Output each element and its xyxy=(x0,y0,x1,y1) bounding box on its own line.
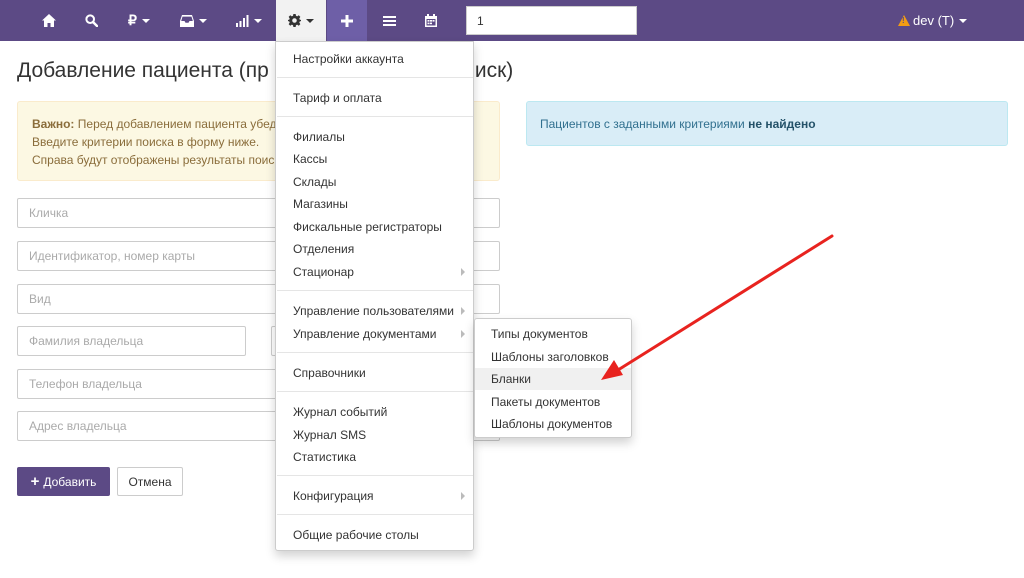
menu-item-configuration[interactable]: Конфигурация xyxy=(276,485,473,507)
menu-divider xyxy=(277,514,473,515)
gear-icon xyxy=(288,14,301,27)
top-navbar: ₽ dev (T) xyxy=(0,0,1024,41)
menu-item-sms-log[interactable]: Журнал SMS xyxy=(276,424,473,446)
warning-label: Важно: xyxy=(32,117,75,131)
documents-submenu: Типы документов Шаблоны заголовков Бланк… xyxy=(474,318,632,438)
menu-divider xyxy=(277,77,473,78)
menu-item-user-management[interactable]: Управление пользователями xyxy=(276,300,473,322)
menu-item-warehouses[interactable]: Склады xyxy=(276,171,473,193)
warning-icon xyxy=(898,15,910,26)
chevron-right-icon xyxy=(461,268,465,276)
reports-menu-button[interactable] xyxy=(226,0,272,41)
menu-item-tariff[interactable]: Тариф и оплата xyxy=(276,87,473,109)
cancel-button[interactable]: Отмена xyxy=(117,467,183,496)
submenu-item-document-packages[interactable]: Пакеты документов xyxy=(475,391,631,413)
queue-button[interactable] xyxy=(371,0,407,41)
menu-divider xyxy=(277,290,473,291)
user-menu[interactable]: dev (T) xyxy=(898,0,968,41)
plus-icon xyxy=(341,14,353,27)
menu-divider xyxy=(277,352,473,353)
menu-divider xyxy=(277,475,473,476)
user-name: dev xyxy=(913,13,934,28)
settings-menu-button[interactable] xyxy=(276,0,326,41)
search-result-alert: Пациентов с заданными критериями не найд… xyxy=(526,101,1008,146)
menu-item-account-settings[interactable]: Настройки аккаунта xyxy=(276,48,473,70)
result-status: не найдено xyxy=(748,117,816,131)
chevron-down-icon xyxy=(959,18,968,23)
menu-item-cashboxes[interactable]: Кассы xyxy=(276,148,473,170)
home-button[interactable] xyxy=(32,0,66,41)
chevron-down-icon xyxy=(141,18,150,23)
add-patient-button[interactable]: + Добавить xyxy=(17,467,110,496)
chevron-down-icon xyxy=(254,18,262,23)
menu-item-statistics[interactable]: Статистика xyxy=(276,446,473,468)
submenu-item-blanks[interactable]: Бланки xyxy=(475,368,631,390)
add-button-label: Добавить xyxy=(43,474,97,489)
chevron-down-icon xyxy=(198,18,207,23)
submenu-item-document-templates[interactable]: Шаблоны документов xyxy=(475,413,631,435)
inbox-icon xyxy=(179,14,194,27)
search-icon xyxy=(84,14,98,27)
finance-menu-button[interactable]: ₽ xyxy=(116,0,162,41)
ruble-icon: ₽ xyxy=(128,12,137,28)
menu-item-departments[interactable]: Отделения xyxy=(276,238,473,260)
add-button[interactable] xyxy=(327,0,367,41)
search-button[interactable] xyxy=(74,0,108,41)
submenu-item-document-types[interactable]: Типы документов xyxy=(475,323,631,345)
owner-lastname-field[interactable] xyxy=(17,326,246,356)
chevron-right-icon xyxy=(461,330,465,338)
chevron-right-icon xyxy=(461,492,465,500)
submenu-item-header-templates[interactable]: Шаблоны заголовков xyxy=(475,346,631,368)
menu-item-shared-desktops[interactable]: Общие рабочие столы xyxy=(276,524,473,546)
settings-dropdown: Настройки аккаунта Тариф и оплата Филиал… xyxy=(275,41,474,551)
calendar-icon xyxy=(425,14,437,27)
list-icon xyxy=(382,15,396,26)
global-search-input[interactable] xyxy=(466,6,637,35)
bar-chart-icon xyxy=(236,14,249,27)
warning-line-1: Перед добавлением пациента убед xyxy=(77,117,277,131)
menu-item-branches[interactable]: Филиалы xyxy=(276,126,473,148)
chevron-right-icon xyxy=(461,307,465,315)
menu-item-stores[interactable]: Магазины xyxy=(276,193,473,215)
menu-item-references[interactable]: Справочники xyxy=(276,362,473,384)
result-text: Пациентов с заданными критериями xyxy=(540,117,745,131)
inbox-menu-button[interactable] xyxy=(170,0,216,41)
menu-item-document-management[interactable]: Управление документами xyxy=(276,323,473,345)
menu-divider xyxy=(277,116,473,117)
plus-icon: + xyxy=(30,473,40,490)
menu-item-fiscal-registrars[interactable]: Фискальные регистраторы xyxy=(276,216,473,238)
home-icon xyxy=(42,14,56,27)
user-suffix: (T) xyxy=(937,13,955,28)
annotation-arrow-line xyxy=(616,234,834,372)
menu-item-event-log[interactable]: Журнал событий xyxy=(276,401,473,423)
menu-divider xyxy=(277,391,473,392)
chevron-down-icon xyxy=(306,18,314,23)
calendar-button[interactable] xyxy=(413,0,449,41)
menu-item-hospital[interactable]: Стационар xyxy=(276,261,473,283)
